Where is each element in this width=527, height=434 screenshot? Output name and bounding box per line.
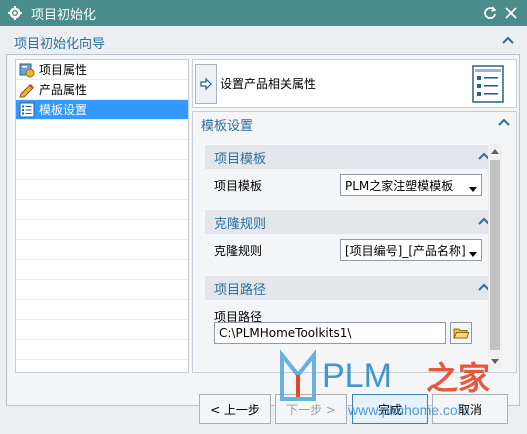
tree-item-label: 产品属性 [39,83,88,97]
folder-icon [453,328,469,339]
scroll-thumb[interactable] [490,160,500,350]
close-icon[interactable] [502,4,520,22]
clone-rule-select[interactable]: [项目编号]_[产品名称] [340,239,482,261]
dropdown-icon [469,247,477,261]
tree-item-label: 项目属性 [39,63,88,77]
project-path-group: 项目路径 项目路径 C:\PLMHomeToolkits1\ [205,276,496,356]
tree-item-product-attrs[interactable]: 产品属性 [16,80,188,100]
field-label: 项目模板 [214,178,263,193]
watermark-brand-cn: 之家 [426,359,490,397]
window-title: 项目初始化 [31,7,97,23]
tree-item-project-attrs[interactable]: 项目属性 [16,60,188,80]
group-title: 项目模板 [214,151,267,167]
chevron-up-icon[interactable] [502,34,514,49]
project-path-input[interactable]: C:\PLMHomeToolkits1\ [214,322,446,344]
title-bar: 项目初始化 [0,0,527,26]
project-path-group-header[interactable]: 项目路径 [205,276,496,300]
field-label: 克隆规则 [214,243,263,258]
project-template-row: 项目模板 PLM之家注塑模模板 [205,169,496,201]
dropdown-icon [469,182,477,196]
pencil-icon [19,82,35,98]
chevron-up-icon[interactable] [498,116,510,131]
watermark-brand: PLM [322,357,392,395]
watermark-logo: PLM 之家 www.plmhome.com [276,347,526,427]
select-value: PLM之家注塑模模板 [345,178,454,193]
prev-button[interactable]: < 上一步 [199,394,271,424]
tree-item-template-settings[interactable]: 模板设置 [16,100,188,120]
group-title: 项目路径 [214,282,267,298]
input-value: C:\PLMHomeToolkits1\ [219,326,352,340]
project-template-select[interactable]: PLM之家注塑模模板 [340,174,482,196]
step-header: 设置产品相关属性 [192,59,517,108]
scroll-up-icon[interactable] [488,144,502,158]
reset-icon[interactable] [481,4,499,22]
group-title: 克隆规则 [214,216,267,232]
watermark-url: www.plmhome.com [347,402,469,418]
list-icon [19,102,35,118]
tree-item-label: 模板设置 [39,103,88,117]
checklist-icon [470,64,506,104]
wizard-header-label: 项目初始化向导 [14,36,106,52]
project-template-group: 项目模板 项目模板 PLM之家注塑模模板 [205,145,496,201]
template-settings-label: 模板设置 [201,118,254,134]
clone-rule-group-header[interactable]: 克隆规则 [205,210,496,234]
project-template-group-header[interactable]: 项目模板 [205,145,496,169]
select-value: [项目编号]_[产品名称] [345,243,466,258]
project-attrs-icon [19,62,35,78]
clone-rule-row: 克隆规则 [项目编号]_[产品名称] [205,234,496,266]
arrow-right-icon [200,77,212,90]
template-settings-header[interactable]: 模板设置 [193,112,516,136]
step-label: 设置产品相关属性 [220,77,317,91]
wizard-header[interactable]: 项目初始化向导 [6,31,520,53]
gear-icon [7,5,23,21]
step-tree: 项目属性 产品属性 模板设置 [15,59,189,373]
vertical-scrollbar[interactable] [488,144,502,368]
clone-rule-group: 克隆规则 克隆规则 [项目编号]_[产品名称] [205,210,496,266]
step-arrow-button[interactable] [195,63,217,104]
template-settings-panel: 模板设置 项目模板 项目模板 PLM之家注塑模模板 克隆规则 克隆规则 [项目编… [192,111,517,373]
browse-folder-button[interactable] [450,322,472,344]
